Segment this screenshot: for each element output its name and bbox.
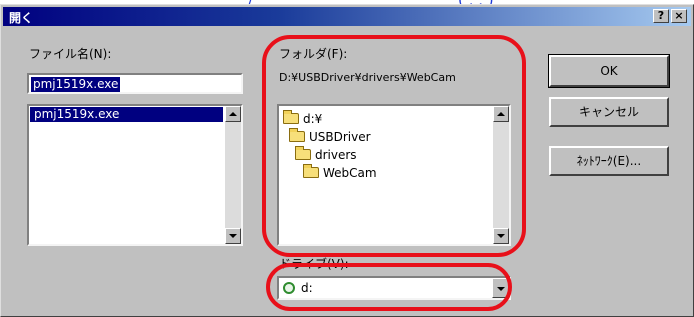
folder-tree-item-label: WebCam <box>323 166 377 180</box>
network-button[interactable]: ﾈｯﾄﾜｰｸ(E)... <box>549 146 669 176</box>
disk-drive-icon <box>283 282 295 294</box>
scroll-up-arrow-icon[interactable] <box>493 106 509 122</box>
file-name-input[interactable]: pmj1519x.exe <box>27 73 243 94</box>
ok-button[interactable]: OK <box>548 54 670 88</box>
close-button[interactable]: × <box>671 9 687 23</box>
scroll-down-arrow-icon[interactable] <box>225 228 241 244</box>
open-folder-icon <box>295 146 311 160</box>
cancel-button[interactable]: キャンセル <box>549 97 669 127</box>
scroll-up-arrow-icon[interactable] <box>225 106 241 122</box>
folder-tree-item-label: drivers <box>315 148 357 162</box>
drive-label: ドライブ(V): <box>279 257 349 271</box>
scroll-down-arrow-icon[interactable] <box>493 228 509 244</box>
folder-tree-item-label: d:¥ <box>303 112 323 126</box>
open-folder-icon <box>303 164 319 178</box>
open-folder-icon <box>283 110 299 124</box>
folder-path: D:¥USBDriver¥drivers¥WebCam <box>279 71 456 84</box>
file-name-value: pmj1519x.exe <box>31 77 121 92</box>
file-name-label: ファイル名(N): <box>29 47 112 61</box>
open-file-dialog: 開く ? × ファイル名(N): pmj1519x.exe pmj1519x.e… <box>0 4 694 317</box>
drive-value: d: <box>301 281 313 295</box>
folder-tree[interactable]: d:¥ USBDriver drivers WebCam <box>277 104 511 246</box>
help-button[interactable]: ? <box>653 9 669 23</box>
file-list-item[interactable]: pmj1519x.exe <box>30 107 223 122</box>
file-list[interactable]: pmj1519x.exe <box>27 104 243 246</box>
folder-tree-scrollbar[interactable] <box>493 106 509 244</box>
file-list-scrollbar[interactable] <box>225 106 241 244</box>
chevron-down-icon[interactable] <box>492 278 509 298</box>
open-folder-icon <box>289 128 305 142</box>
title-bar[interactable]: 開く ? × <box>3 7 691 26</box>
folder-tree-item-label: USBDriver <box>309 130 371 144</box>
drive-combobox[interactable]: d: <box>277 276 511 300</box>
window-title: 開く <box>9 11 34 25</box>
folder-label: フォルダ(F): <box>279 47 348 61</box>
